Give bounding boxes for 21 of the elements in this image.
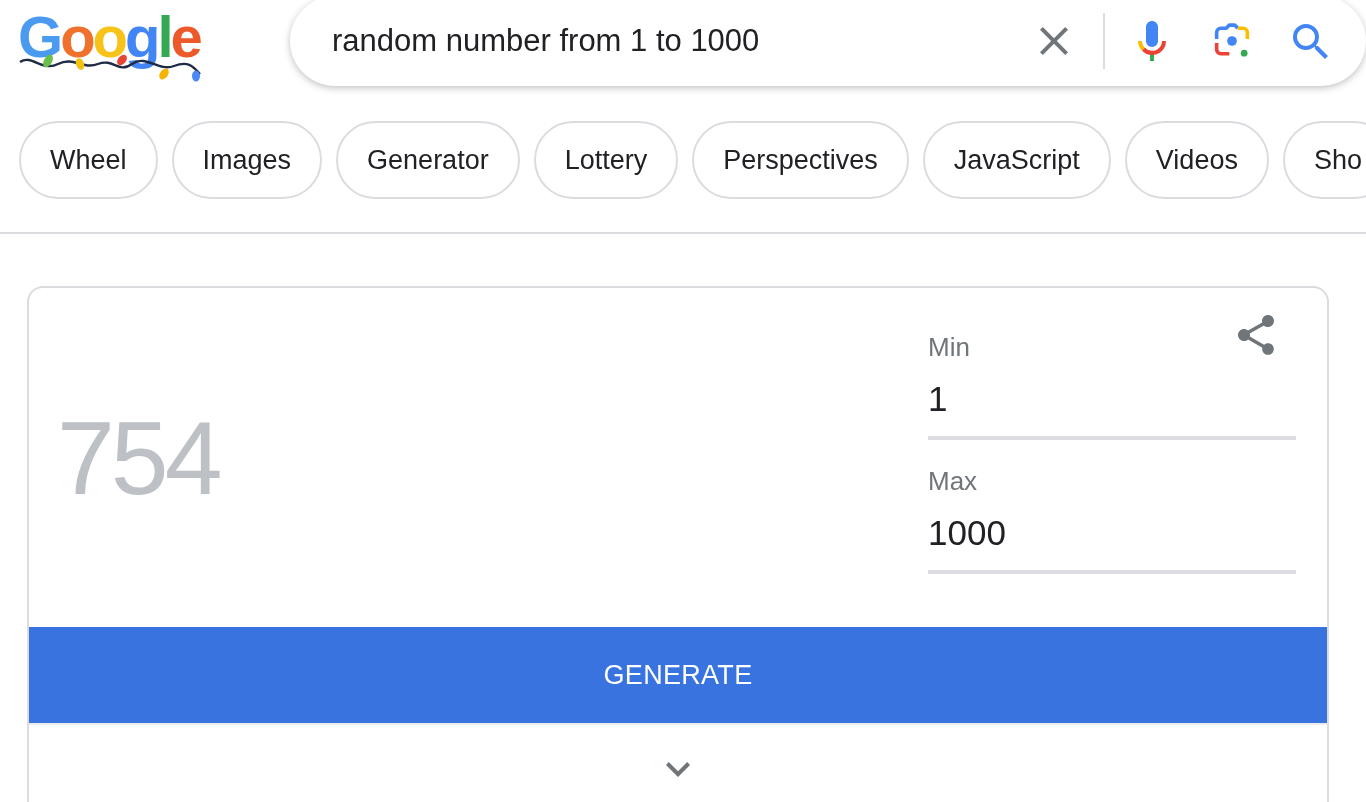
result-number: 754 [56, 405, 221, 510]
share-icon[interactable] [1238, 315, 1274, 355]
filter-chip[interactable]: Generator [336, 121, 520, 199]
chevron-down-icon [666, 762, 690, 777]
clear-icon[interactable] [1040, 27, 1068, 55]
filter-chip[interactable]: Videos [1124, 121, 1269, 199]
filter-chip[interactable]: Wheel [19, 121, 158, 199]
number-field[interactable]: 1 [928, 362, 1296, 440]
search-icon[interactable] [1293, 23, 1328, 59]
filter-chip[interactable]: JavaScript [922, 121, 1111, 199]
field-label: Min [928, 332, 970, 362]
number-field[interactable]: 1000 [928, 496, 1296, 574]
camera-icon[interactable] [1214, 23, 1250, 59]
search-field[interactable]: random number from 1 to 1000 [332, 16, 1040, 66]
field-label: Max [928, 466, 978, 496]
filter-chip[interactable]: Sho [1282, 121, 1366, 199]
microphone-icon[interactable] [1138, 21, 1166, 61]
filter-chip[interactable]: Images [171, 121, 323, 199]
filter-chip[interactable]: Perspectives [692, 121, 909, 199]
filter-chip[interactable]: Lottery [533, 121, 679, 199]
generate-button[interactable]: GENERATE [29, 627, 1327, 723]
